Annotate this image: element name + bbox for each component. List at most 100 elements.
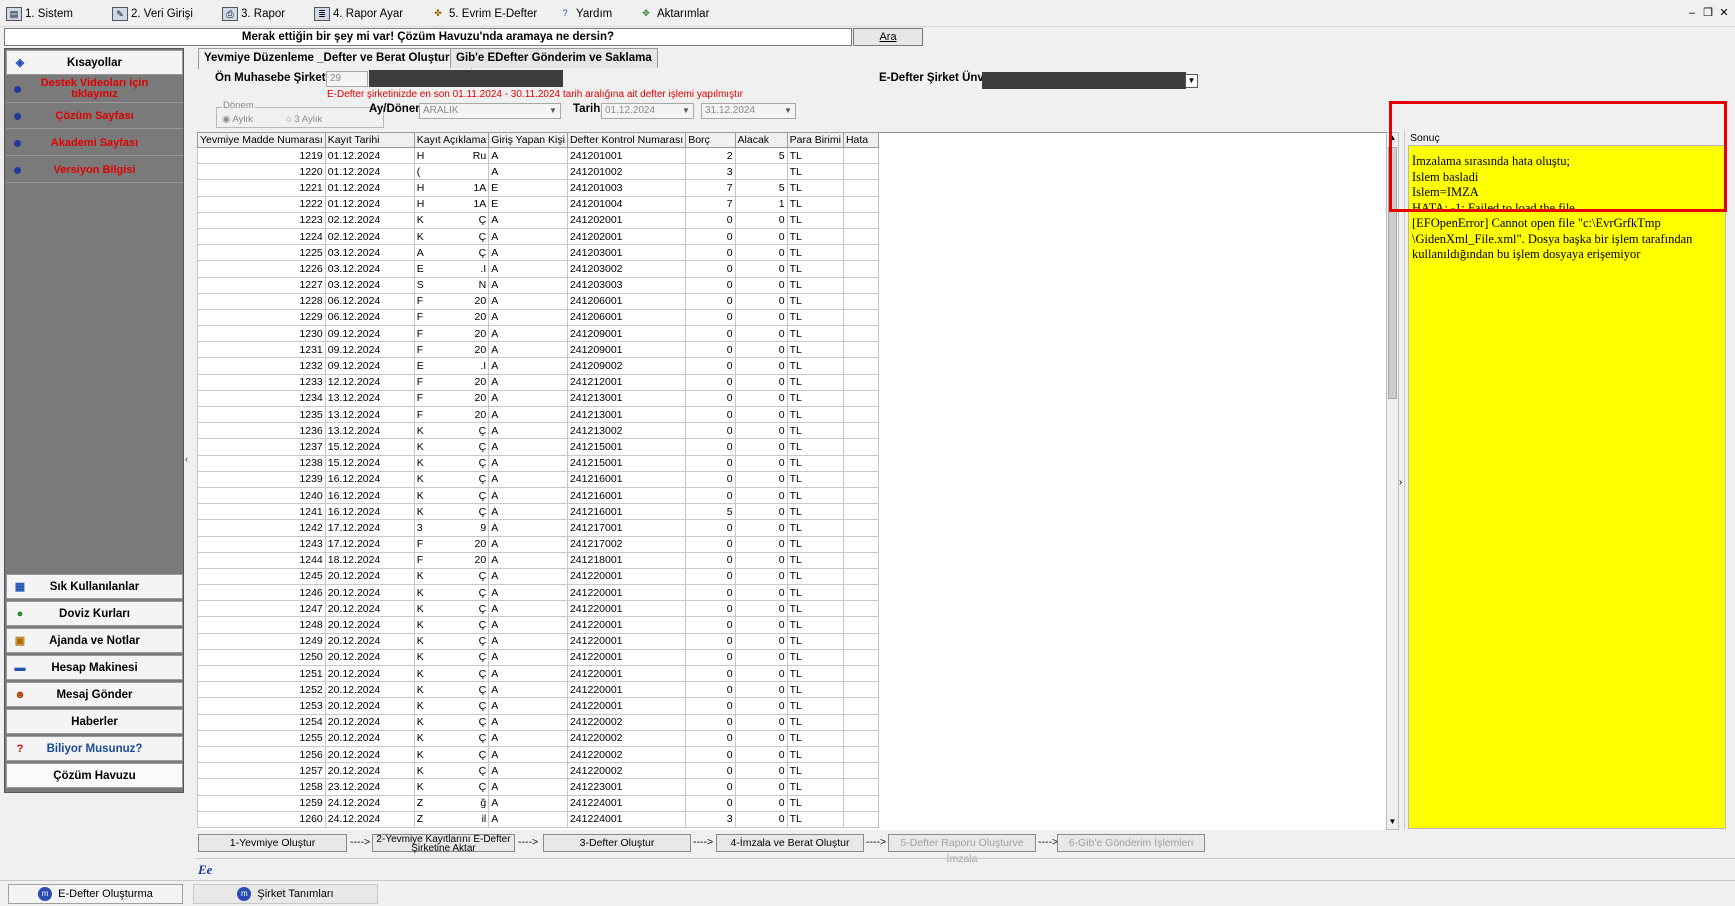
radio-aylik[interactable]: ◉ Aylık — [222, 114, 253, 125]
table-row[interactable]: 1256 20.12.2024 K Ç A 241220002 0 0 TL — [197, 745, 879, 764]
close-icon[interactable]: ✕ — [1716, 6, 1732, 20]
table-row[interactable]: 1224 02.12.2024 K Ç A 241202001 0 0 TL — [197, 227, 879, 246]
step-4-button[interactable]: 4-İmzala ve Berat Oluştur — [716, 834, 864, 852]
table-row[interactable]: 1236 13.12.2024 K Ç A 241213002 0 0 TL — [197, 422, 879, 440]
table-row[interactable]: 1246 20.12.2024 K Ç A 241220001 0 0 TL — [197, 584, 879, 602]
scroll-down-icon[interactable]: ▼ — [1387, 817, 1398, 829]
collapse-left-icon[interactable]: ‹ — [185, 454, 193, 466]
table-row[interactable]: 1222 01.12.2024 H 1A E 241201004 7 1 TL — [197, 195, 879, 213]
grid-column-header[interactable]: Kayıt Tarihi — [324, 132, 415, 148]
sidebar-link-akademi[interactable]: Akademi Sayfası — [6, 131, 183, 156]
grid-column-header[interactable]: Kayıt Açıklama — [413, 132, 490, 148]
sidebar-link-videos[interactable]: Destek Videoları için tıklayınız — [6, 76, 183, 103]
menu-veri-girisi[interactable]: ✎ 2. Veri Girişi — [112, 5, 193, 23]
sidebar-btn-cozum-havuzu[interactable]: Çözüm Havuzu — [6, 763, 183, 788]
table-row[interactable]: 1230 09.12.2024 F 20 A 241209001 0 0 TL — [197, 325, 879, 343]
step-1-button[interactable]: 1-Yevmiye Oluştur — [198, 834, 347, 852]
table-row[interactable]: 1251 20.12.2024 K Ç A 241220001 0 0 TL — [197, 664, 879, 683]
table-row[interactable]: 1225 03.12.2024 A Ç A 241203001 0 0 TL — [197, 244, 879, 262]
table-row[interactable]: 1250 20.12.2024 K Ç A 241220001 0 0 TL — [197, 648, 879, 667]
edefter-company-dropdown[interactable]: ▼ — [1185, 74, 1198, 88]
tarih-end-field[interactable]: 31.12.2024 ▼ — [701, 103, 796, 119]
sidebar-btn-didyouknow[interactable]: ? Biliyor Musunuz? — [6, 736, 183, 761]
table-row[interactable]: 1259 24.12.2024 Zğ A 241224001 0 0 TL — [197, 794, 879, 812]
table-row[interactable]: 1242 17.12.2024 3 9 A 241217001 0 0 TL — [197, 519, 879, 537]
table-row[interactable]: 1228 06.12.2024 F 20 A 241206001 0 0 TL — [197, 292, 879, 310]
edefter-logo-icon[interactable]: Ee — [198, 862, 220, 880]
tab-yevmiye[interactable]: Yevmiye Düzenleme _Defter ve Berat Oluşt… — [198, 48, 473, 69]
sidebar-btn-agenda[interactable]: ▣ Ajanda ve Notlar — [6, 628, 183, 653]
table-row[interactable]: 1243 17.12.2024 F 20 A 241217002 0 0 TL — [197, 535, 879, 553]
minimize-icon[interactable]: – — [1684, 6, 1700, 20]
table-row[interactable]: 1257 20.12.2024 K Ç A 241220002 0 0 TL — [197, 762, 879, 780]
table-row[interactable]: 1220 01.12.2024 (A 241201002 3 TL — [197, 163, 879, 181]
table-row[interactable]: 1237 15.12.2024 K Ç A 241215001 0 0 TL — [197, 438, 879, 456]
search-input[interactable]: Merak ettiğin bir şey mi var! Çözüm Havu… — [4, 28, 852, 46]
table-row[interactable]: 1227 03.12.2024 S N A 241203003 0 0 TL — [197, 276, 879, 294]
ay-donem-select[interactable]: ARALIK ▼ — [419, 103, 561, 119]
sidebar-btn-currency[interactable]: ● Doviz Kurları — [6, 601, 183, 626]
grid-column-header[interactable]: Alacak — [734, 132, 788, 148]
grid-column-header[interactable]: Defter Kontrol Numarası — [566, 132, 687, 148]
step-5-button[interactable]: 5-Defter Raporu Oluşturve İmzala — [888, 834, 1036, 865]
table-row[interactable]: 1244 18.12.2024 F 20 A 241218001 0 0 TL — [197, 551, 879, 569]
sidebar-btn-message[interactable]: ☻ Mesaj Gönder — [6, 682, 183, 707]
journal-grid[interactable]: Yevmiye Madde Numarası Kayıt Tarihi Kayıt … — [197, 132, 879, 830]
table-row[interactable]: 1235 13.12.2024 F 20 A 241213001 0 0 TL — [197, 405, 879, 424]
search-button[interactable]: Ara — [853, 28, 923, 46]
menu-rapor-ayar[interactable]: ≣ 4. Rapor Ayar — [314, 5, 403, 23]
step-2-button[interactable]: 2-Yevmiye Kayıtlarını E-Defter Şirketine… — [372, 834, 515, 854]
step-3-button[interactable]: 3-Defter Oluştur — [543, 834, 691, 852]
shortcuts-header[interactable]: ◈ Kısayollar — [6, 50, 183, 75]
table-row[interactable]: 1223 02.12.2024 K Ç A 241202001 0 0 TL — [197, 211, 879, 229]
sidebar-btn-news[interactable]: Haberler — [6, 709, 183, 734]
table-row[interactable]: 1232 09.12.2024 E .I A 241209002 0 0 TL — [197, 357, 879, 375]
table-row[interactable]: 1238 15.12.2024 K Ç A 241215001 0 0 TL — [197, 454, 879, 472]
bottom-tab-sirket[interactable]: m Şirket Tanımları — [193, 884, 378, 904]
table-row[interactable]: 1252 20.12.2024 K Ç A 241220001 0 0 TL — [197, 681, 879, 699]
table-row[interactable]: 1231 09.12.2024 F 20 A 241209001 0 0 TL — [197, 341, 879, 359]
table-row[interactable]: 1226 03.12.2024 E .I A 241203002 0 0 TL — [197, 260, 879, 278]
tarih-start-field[interactable]: 01.12.2024 ▼ — [601, 103, 694, 119]
company-no-field[interactable]: 29 — [326, 71, 368, 87]
menu-evrim-edefter[interactable]: ✤ 5. Evrim E-Defter — [430, 5, 537, 23]
splitter-right-icon[interactable]: › — [1399, 477, 1402, 488]
menu-yardim[interactable]: ? Yardım — [557, 5, 612, 23]
table-row[interactable]: 1239 16.12.2024 K Ç A 241216001 0 0 TL — [197, 470, 879, 488]
table-row[interactable]: 1233 12.12.2024 F 20 A 241212001 0 0 TL — [197, 373, 879, 391]
table-row[interactable]: 1245 20.12.2024 K Ç A 241220001 0 0 TL — [197, 567, 879, 586]
sidebar-btn-calculator[interactable]: ▬ Hesap Makinesi — [6, 655, 183, 680]
sidebar-btn-favorites[interactable]: ▦ Sık Kullanılanlar — [6, 574, 183, 599]
table-row[interactable]: 1241 16.12.2024 K Ç A 241216001 5 0 TL — [197, 503, 879, 521]
table-row[interactable]: 1234 13.12.2024 F 20 A 241213001 0 0 TL — [197, 389, 879, 408]
grid-column-header[interactable]: Yevmiye Madde Numarası — [197, 132, 326, 148]
table-row[interactable]: 1240 16.12.2024 K Ç A 241216001 0 0 TL — [197, 486, 879, 505]
radio-3aylik[interactable]: ○ 3 Aylık — [286, 114, 322, 125]
grid-column-header[interactable]: Hata — [842, 132, 879, 148]
grid-vertical-scrollbar[interactable]: ▲ ▼ — [1386, 132, 1399, 830]
grid-column-header[interactable]: Para Birimi — [786, 132, 844, 148]
sidebar-link-cozum[interactable]: Çözüm Sayfası — [6, 104, 183, 129]
table-row[interactable]: 1249 20.12.2024 K Ç A 241220001 0 0 TL — [197, 632, 879, 650]
grid-column-header[interactable]: Giriş Yapan Kişi — [488, 132, 568, 148]
table-row[interactable]: 1255 20.12.2024 K Ç A 241220002 0 0 TL — [197, 729, 879, 747]
table-row[interactable]: 1254 20.12.2024 K Ç A 241220002 0 0 TL — [197, 713, 879, 731]
restore-icon[interactable]: ❐ — [1700, 6, 1716, 20]
table-row[interactable]: 1219 01.12.2024 H Ru A 241201001 2 5 TL — [197, 146, 879, 165]
grid-column-header[interactable]: Borç — [685, 132, 736, 148]
table-row[interactable]: 1260 24.12.2024 Zil A 241224001 3 0 TL — [197, 810, 879, 828]
bottom-tab-edefter[interactable]: m E-Defter Oluşturma — [8, 884, 183, 904]
sidebar-link-versiyon[interactable]: Versiyon Bilgisi — [6, 158, 183, 183]
table-row[interactable]: 1253 20.12.2024 K Ç A 241220001 0 0 TL — [197, 697, 879, 715]
table-row[interactable]: 1221 01.12.2024 H 1A E 241201003 7 5 TL — [197, 179, 879, 197]
table-row[interactable]: 1258 23.12.2024 K Ç A 241223001 0 0 TL — [197, 778, 879, 796]
table-row[interactable]: 1229 06.12.2024 F 20 A 241206001 0 0 TL — [197, 308, 879, 327]
table-row[interactable]: 1247 20.12.2024 K Ç A 241220001 0 0 TL — [197, 600, 879, 618]
step-6-button[interactable]: 6-Gib'e Gönderim İşlemleri — [1057, 834, 1205, 852]
menu-rapor[interactable]: ⎙ 3. Rapor — [222, 5, 285, 23]
result-text[interactable]: İmzalama sırasında hata oluştu; Islem ba… — [1408, 145, 1726, 829]
menu-sistem[interactable]: ▤ 1. Sistem — [6, 5, 73, 23]
table-row[interactable]: 1248 20.12.2024 K Ç A 241220001 0 0 TL — [197, 616, 879, 634]
tab-gib[interactable]: Gib'e EDefter Gönderim ve Saklama — [450, 48, 658, 68]
menu-aktarimlar[interactable]: ✥ Aktarımlar — [638, 5, 709, 23]
